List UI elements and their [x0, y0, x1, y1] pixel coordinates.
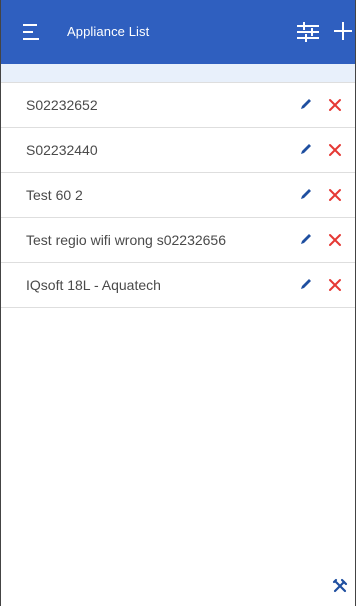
appliance-name: Test regio wifi wrong s02232656: [26, 232, 227, 248]
pencil-icon[interactable]: [299, 97, 313, 111]
list-item[interactable]: Test regio wifi wrong s02232656: [1, 217, 355, 262]
list-item[interactable]: IQsoft 18L - Aquatech: [1, 262, 355, 308]
top-app-bar: Appliance List: [1, 0, 355, 64]
list-subheader: [1, 64, 355, 82]
list-item[interactable]: S02232652: [1, 82, 355, 127]
close-icon[interactable]: [327, 277, 343, 293]
appliance-name: IQsoft 18L - Aquatech: [26, 277, 161, 293]
appliance-name: Test 60 2: [26, 187, 83, 203]
pencil-icon[interactable]: [299, 277, 313, 291]
close-icon[interactable]: [327, 97, 343, 113]
sliders-icon[interactable]: [297, 22, 319, 42]
appliance-list: S02232652 S02232440 Test 60 2 Test regio…: [1, 82, 355, 308]
page-title: Appliance List: [67, 24, 150, 39]
appliance-list-screen: Appliance List S02232652 S02232440 Test …: [0, 0, 356, 606]
pencil-icon[interactable]: [299, 142, 313, 156]
plus-icon[interactable]: [333, 20, 353, 42]
pencil-icon[interactable]: [299, 232, 313, 246]
menu-icon[interactable]: [23, 24, 41, 40]
tools-icon[interactable]: [332, 578, 348, 594]
list-item[interactable]: Test 60 2: [1, 172, 355, 217]
list-item[interactable]: S02232440: [1, 127, 355, 172]
pencil-icon[interactable]: [299, 187, 313, 201]
close-icon[interactable]: [327, 232, 343, 248]
close-icon[interactable]: [327, 187, 343, 203]
close-icon[interactable]: [327, 142, 343, 158]
appliance-name: S02232652: [26, 97, 98, 113]
appliance-name: S02232440: [26, 142, 98, 158]
